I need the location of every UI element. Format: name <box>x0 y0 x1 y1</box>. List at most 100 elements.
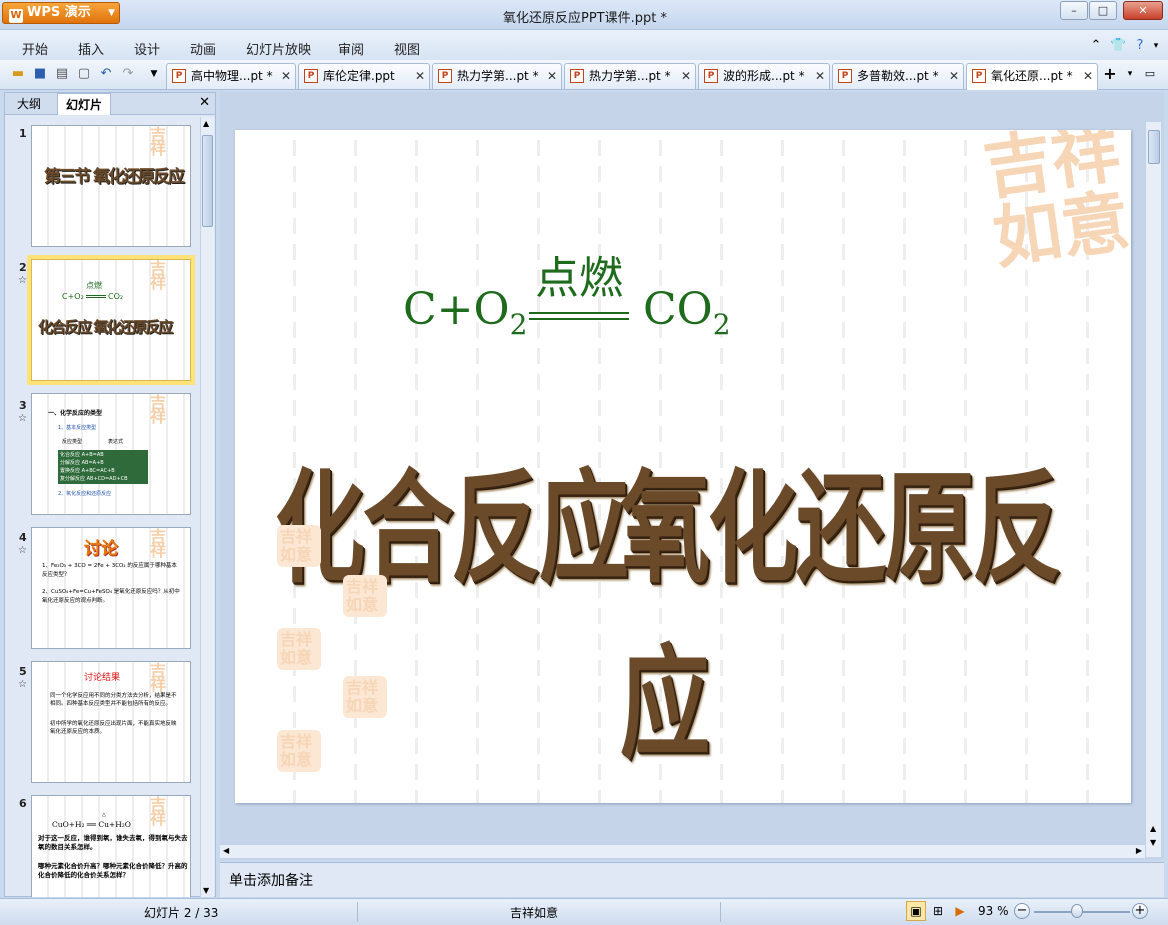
doc-tab-2[interactable]: P 库伦定律.ppt ✕ <box>298 63 430 89</box>
slide-thumbnail-2-selected[interactable]: 吉祥 点燃 C+O₂ CO₂ 化合反应 氧化还原反应 <box>27 255 195 385</box>
notes-placeholder: 单击添加备注 <box>229 873 313 889</box>
doc-tab-5[interactable]: P 波的形成...pt * ✕ <box>698 63 830 89</box>
slide-sorter-view-icon[interactable]: ⊞ <box>928 901 948 921</box>
slide-number: 2 <box>19 261 27 274</box>
close-tab-icon[interactable]: ✕ <box>547 64 557 88</box>
thumb-eq: CuO+H₂ ══ Cu+H₂O <box>52 820 131 829</box>
close-tab-icon[interactable]: ✕ <box>1083 64 1093 88</box>
save-icon[interactable]: ■ <box>32 66 48 82</box>
doc-tab-1[interactable]: P 高中物理...pt * ✕ <box>166 63 296 89</box>
zoom-out-button[interactable]: − <box>1014 903 1030 919</box>
menu-animation[interactable]: 动画 <box>190 39 216 58</box>
watermark-seal-icon: 吉祥 如意 <box>277 730 321 772</box>
thumb-eq-left: C+O₂ <box>62 292 84 301</box>
slide-thumbnail-5[interactable]: 吉祥 讨论结果 同一个化学反应用不同的分类方法去分析，结果是不相同。四种基本反应… <box>31 661 191 783</box>
close-tab-icon[interactable]: ✕ <box>281 64 291 88</box>
minimize-button[interactable]: – <box>1060 1 1088 20</box>
scroll-thumb[interactable] <box>202 135 213 227</box>
slide-thumbnail-1[interactable]: 吉祥 第三节 氧化还原反应 <box>31 125 191 247</box>
close-tab-icon[interactable]: ✕ <box>681 64 691 88</box>
close-tab-icon[interactable]: ✕ <box>415 64 425 88</box>
tab-slides[interactable]: 幻灯片 <box>57 93 112 115</box>
equation-right: CO2 <box>643 284 731 341</box>
slide-number: 1 <box>19 127 27 140</box>
undo-icon[interactable]: ↶ <box>98 66 114 82</box>
panel-scrollbar[interactable]: ▲ ▼ <box>200 117 214 897</box>
tab-outline[interactable]: 大纲 <box>9 93 49 115</box>
app-menu-button[interactable]: W WPS 演示 ▼ <box>2 2 120 24</box>
doc-tab-6[interactable]: P 多普勒效...pt * ✕ <box>832 63 964 89</box>
watermark-seal-icon: 吉祥 如意 <box>277 525 321 567</box>
zoom-slider-handle[interactable] <box>1071 904 1083 918</box>
ppt-file-icon: P <box>304 69 318 83</box>
thumb-p1: 同一个化学反应用不同的分类方法去分析，结果是不相同。四种基本反应类型并不能包括所… <box>50 693 177 707</box>
doc-tab-3[interactable]: P 热力学第...pt * ✕ <box>432 63 562 89</box>
animation-star-icon: ☆ <box>18 679 27 690</box>
eq-left-sub: 2 <box>509 307 528 341</box>
slide-thumbnail-6[interactable]: 吉祥 △ CuO+H₂ ══ Cu+H₂O 对于这一反应，谁得到氧，谁失去氧，得… <box>31 795 191 897</box>
scroll-left-icon[interactable]: ◀ <box>223 846 229 855</box>
new-tab-icon[interactable]: + <box>1102 66 1118 82</box>
editor-vertical-scrollbar[interactable]: ▲ ▼ <box>1145 122 1161 857</box>
slide-number: 6 <box>19 797 27 810</box>
editor-horizontal-scrollbar[interactable]: ◀ ▶ <box>220 844 1145 858</box>
minimize-ribbon-icon[interactable]: ⌃ <box>1088 38 1104 54</box>
print-icon[interactable]: ▤ <box>54 66 70 82</box>
doc-tab-label: 多普勒效...pt * <box>857 69 939 83</box>
doc-tab-label: 高中物理...pt * <box>191 69 273 83</box>
slide-counter: 幻灯片 2 / 33 <box>144 906 219 920</box>
notes-pane[interactable]: 单击添加备注 <box>220 862 1164 897</box>
slide-thumbnail-3[interactable]: 吉祥 一、化学反应的类型 1、基本反应类型 反应类型 表达式 化合反应 A+B=… <box>31 393 191 515</box>
scroll-down-icon[interactable]: ▼ <box>203 886 209 895</box>
slide-canvas[interactable]: 吉祥如意 C+O2 点燃 CO2 化合反应 氧化还原反应 吉祥 如意 吉祥 如意 吉… <box>235 130 1131 803</box>
doc-tab-7-active[interactable]: P 氧化还原...pt * ✕ <box>966 63 1098 90</box>
slideshow-view-icon[interactable]: ▶ <box>950 901 970 921</box>
menu-view[interactable]: 视图 <box>394 39 420 58</box>
eq-right-text: CO <box>643 284 713 335</box>
close-tab-icon[interactable]: ✕ <box>815 64 825 88</box>
watermark-calligraphy: 吉祥如意 <box>916 130 1131 283</box>
restore-tabs-icon[interactable]: ▭ <box>1142 66 1158 82</box>
quick-access-toolbar: ▬ ■ ▤ ▢ ↶ ↷ ▼ P 高中物理...pt * ✕ P 库伦定律.ppt ✕ P… <box>0 60 1168 90</box>
help-icon[interactable]: ? <box>1132 38 1148 54</box>
redo-icon[interactable]: ↷ <box>120 66 136 82</box>
eq-left-text: C+O <box>403 284 510 335</box>
close-panel-icon[interactable]: ✕ <box>199 95 210 110</box>
scroll-up-icon[interactable]: ▲ <box>203 119 209 128</box>
slide-thumbnail-4[interactable]: 吉祥 讨论 1、Fe₂O₃ + 3CO = 2Fe + 3CO₂ 的反应属于哪种… <box>31 527 191 649</box>
zoom-in-button[interactable]: + <box>1132 903 1148 919</box>
close-window-button[interactable]: ✕ <box>1123 1 1163 20</box>
normal-view-icon[interactable]: ▣ <box>906 901 926 921</box>
watermark-seal-icon: 吉祥 <box>150 125 167 158</box>
thumb-p1: 对于这一反应，谁得到氧，谁失去氧，得到氧与失去氧的数目关系怎样。 <box>38 834 188 851</box>
print-preview-icon[interactable]: ▢ <box>76 66 92 82</box>
next-slide-icon[interactable]: ▼ <box>1150 838 1156 847</box>
close-tab-icon[interactable]: ✕ <box>949 64 959 88</box>
tab-list-dropdown-icon[interactable]: ▾ <box>1122 66 1138 82</box>
watermark-seal-icon: 吉祥 <box>150 259 167 292</box>
thumb-eq-right: CO₂ <box>108 292 124 301</box>
scroll-thumb[interactable] <box>1148 130 1160 164</box>
toolbar-dropdown-icon[interactable]: ▼ <box>146 66 162 82</box>
skin-icon[interactable]: 👕 <box>1110 38 1126 54</box>
theme-name: 吉祥如意 <box>510 906 559 920</box>
ppt-file-icon: P <box>704 69 718 83</box>
slide-number: 4 <box>19 531 27 544</box>
thumb-p2: 哪种元素化合价升高？哪种元素化合价降低？升高的化合价降低的化合价关系怎样？ <box>38 862 188 879</box>
menu-insert[interactable]: 插入 <box>78 39 104 58</box>
menu-design[interactable]: 设计 <box>134 39 160 58</box>
menu-home[interactable]: 开始 <box>22 39 48 58</box>
ppt-file-icon: P <box>838 69 852 83</box>
menu-slideshow[interactable]: 幻灯片放映 <box>246 39 311 58</box>
thumb-col2: 表达式 <box>108 439 124 445</box>
status-bar: 幻灯片 2 / 33 吉祥如意 ▣ ⊞ ▶ 93 % − + <box>0 898 1168 925</box>
maximize-button[interactable]: □ <box>1089 1 1117 20</box>
menu-review[interactable]: 审阅 <box>338 39 364 58</box>
chevron-down-icon: ▼ <box>108 8 115 18</box>
thumb-sub2: 2、氧化反应和还原反应 <box>58 491 112 497</box>
prev-slide-icon[interactable]: ▲ <box>1150 824 1156 833</box>
open-folder-icon[interactable]: ▬ <box>10 66 26 82</box>
scroll-right-icon[interactable]: ▶ <box>1136 846 1142 855</box>
help-dropdown-icon[interactable]: ▾ <box>1148 38 1164 54</box>
doc-tab-4[interactable]: P 热力学第...pt * ✕ <box>564 63 696 89</box>
